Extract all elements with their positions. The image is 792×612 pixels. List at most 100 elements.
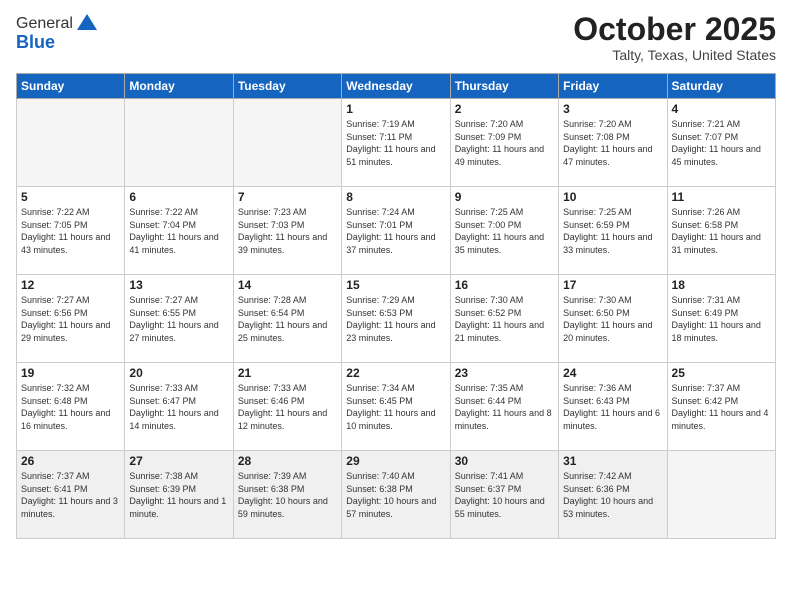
calendar-cell: 25 Sunrise: 7:37 AM Sunset: 6:42 PM Dayli…	[667, 363, 775, 451]
calendar-cell: 5 Sunrise: 7:22 AM Sunset: 7:05 PM Daylig…	[17, 187, 125, 275]
day-info: Sunrise: 7:33 AM Sunset: 6:46 PM Dayligh…	[238, 382, 337, 432]
day-number: 30	[455, 454, 554, 468]
day-info: Sunrise: 7:23 AM Sunset: 7:03 PM Dayligh…	[238, 206, 337, 256]
calendar-cell	[17, 99, 125, 187]
calendar-cell: 21 Sunrise: 7:33 AM Sunset: 6:46 PM Dayli…	[233, 363, 341, 451]
day-info: Sunrise: 7:29 AM Sunset: 6:53 PM Dayligh…	[346, 294, 445, 344]
title-block: October 2025 Talty, Texas, United States	[573, 12, 776, 63]
day-info: Sunrise: 7:19 AM Sunset: 7:11 PM Dayligh…	[346, 118, 445, 168]
day-info: Sunrise: 7:20 AM Sunset: 7:09 PM Dayligh…	[455, 118, 554, 168]
calendar-cell: 30 Sunrise: 7:41 AM Sunset: 6:37 PM Dayli…	[450, 451, 558, 539]
day-info: Sunrise: 7:35 AM Sunset: 6:44 PM Dayligh…	[455, 382, 554, 432]
day-number: 12	[21, 278, 120, 292]
day-number: 10	[563, 190, 662, 204]
calendar-header-thursday: Thursday	[450, 74, 558, 99]
calendar-cell: 16Sunrise: 7:30 AM Sunset: 6:52 PM Dayli…	[450, 275, 558, 363]
calendar-cell: 20Sunrise: 7:33 AM Sunset: 6:47 PM Dayli…	[125, 363, 233, 451]
calendar-cell: 17 Sunrise: 7:30 AM Sunset: 6:50 PM Dayli…	[559, 275, 667, 363]
calendar-cell: 11Sunrise: 7:26 AM Sunset: 6:58 PM Dayli…	[667, 187, 775, 275]
calendar-week-row: 1 Sunrise: 7:19 AM Sunset: 7:11 PM Daylig…	[17, 99, 776, 187]
day-info: Sunrise: 7:27 AM Sunset: 6:55 PM Dayligh…	[129, 294, 228, 344]
calendar-cell: 9Sunrise: 7:25 AM Sunset: 7:00 PM Daylig…	[450, 187, 558, 275]
day-number: 1	[346, 102, 445, 116]
calendar-header-monday: Monday	[125, 74, 233, 99]
calendar-cell: 12 Sunrise: 7:27 AM Sunset: 6:56 PM Dayli…	[17, 275, 125, 363]
calendar-cell: 22 Sunrise: 7:34 AM Sunset: 6:45 PM Dayli…	[342, 363, 450, 451]
day-number: 19	[21, 366, 120, 380]
day-number: 28	[238, 454, 337, 468]
day-number: 22	[346, 366, 445, 380]
day-info: Sunrise: 7:22 AM Sunset: 7:05 PM Dayligh…	[21, 206, 120, 256]
calendar-cell	[125, 99, 233, 187]
day-number: 5	[21, 190, 120, 204]
day-number: 24	[563, 366, 662, 380]
day-info: Sunrise: 7:24 AM Sunset: 7:01 PM Dayligh…	[346, 206, 445, 256]
page-container: General Blue October 2025 Talty, Texas, …	[0, 0, 792, 547]
day-info: Sunrise: 7:37 AM Sunset: 6:41 PM Dayligh…	[21, 470, 120, 520]
calendar-cell: 27 Sunrise: 7:38 AM Sunset: 6:39 PM Dayli…	[125, 451, 233, 539]
day-info: Sunrise: 7:36 AM Sunset: 6:43 PM Dayligh…	[563, 382, 662, 432]
calendar-header-saturday: Saturday	[667, 74, 775, 99]
calendar-cell: 7 Sunrise: 7:23 AM Sunset: 7:03 PM Daylig…	[233, 187, 341, 275]
day-number: 20	[129, 366, 228, 380]
day-number: 21	[238, 366, 337, 380]
logo-general-text: General	[16, 15, 73, 33]
day-info: Sunrise: 7:41 AM Sunset: 6:37 PM Dayligh…	[455, 470, 554, 520]
calendar-cell	[667, 451, 775, 539]
day-info: Sunrise: 7:42 AM Sunset: 6:36 PM Dayligh…	[563, 470, 662, 520]
calendar-cell: 14 Sunrise: 7:28 AM Sunset: 6:54 PM Dayli…	[233, 275, 341, 363]
calendar-header-tuesday: Tuesday	[233, 74, 341, 99]
day-number: 29	[346, 454, 445, 468]
calendar-cell: 28 Sunrise: 7:39 AM Sunset: 6:38 PM Dayli…	[233, 451, 341, 539]
day-number: 4	[672, 102, 771, 116]
day-number: 3	[563, 102, 662, 116]
header: General Blue October 2025 Talty, Texas, …	[16, 12, 776, 63]
calendar-cell: 13 Sunrise: 7:27 AM Sunset: 6:55 PM Dayli…	[125, 275, 233, 363]
day-info: Sunrise: 7:27 AM Sunset: 6:56 PM Dayligh…	[21, 294, 120, 344]
day-info: Sunrise: 7:21 AM Sunset: 7:07 PM Dayligh…	[672, 118, 771, 168]
day-info: Sunrise: 7:38 AM Sunset: 6:39 PM Dayligh…	[129, 470, 228, 520]
day-number: 27	[129, 454, 228, 468]
calendar-cell: 1 Sunrise: 7:19 AM Sunset: 7:11 PM Daylig…	[342, 99, 450, 187]
calendar-header-wednesday: Wednesday	[342, 74, 450, 99]
day-number: 7	[238, 190, 337, 204]
day-info: Sunrise: 7:40 AM Sunset: 6:38 PM Dayligh…	[346, 470, 445, 520]
calendar-cell: 18 Sunrise: 7:31 AM Sunset: 6:49 PM Dayli…	[667, 275, 775, 363]
calendar-cell: 8 Sunrise: 7:24 AM Sunset: 7:01 PM Daylig…	[342, 187, 450, 275]
day-info: Sunrise: 7:28 AM Sunset: 6:54 PM Dayligh…	[238, 294, 337, 344]
calendar-cell: 6 Sunrise: 7:22 AM Sunset: 7:04 PM Daylig…	[125, 187, 233, 275]
logo: General Blue	[16, 12, 99, 53]
calendar-week-row: 19 Sunrise: 7:32 AM Sunset: 6:48 PM Dayli…	[17, 363, 776, 451]
day-number: 14	[238, 278, 337, 292]
day-number: 13	[129, 278, 228, 292]
day-info: Sunrise: 7:39 AM Sunset: 6:38 PM Dayligh…	[238, 470, 337, 520]
calendar-cell: 19 Sunrise: 7:32 AM Sunset: 6:48 PM Dayli…	[17, 363, 125, 451]
day-info: Sunrise: 7:37 AM Sunset: 6:42 PM Dayligh…	[672, 382, 771, 432]
day-number: 17	[563, 278, 662, 292]
calendar-week-row: 5 Sunrise: 7:22 AM Sunset: 7:05 PM Daylig…	[17, 187, 776, 275]
day-info: Sunrise: 7:30 AM Sunset: 6:52 PM Dayligh…	[455, 294, 554, 344]
calendar-header-row: SundayMondayTuesdayWednesdayThursdayFrid…	[17, 74, 776, 99]
calendar-cell: 24 Sunrise: 7:36 AM Sunset: 6:43 PM Dayli…	[559, 363, 667, 451]
logo-icon	[75, 12, 99, 36]
day-number: 8	[346, 190, 445, 204]
day-info: Sunrise: 7:31 AM Sunset: 6:49 PM Dayligh…	[672, 294, 771, 344]
month-title: October 2025	[573, 12, 776, 47]
calendar-cell: 10 Sunrise: 7:25 AM Sunset: 6:59 PM Dayli…	[559, 187, 667, 275]
calendar-cell: 3Sunrise: 7:20 AM Sunset: 7:08 PM Daylig…	[559, 99, 667, 187]
day-number: 6	[129, 190, 228, 204]
calendar-header-friday: Friday	[559, 74, 667, 99]
day-info: Sunrise: 7:34 AM Sunset: 6:45 PM Dayligh…	[346, 382, 445, 432]
day-info: Sunrise: 7:25 AM Sunset: 6:59 PM Dayligh…	[563, 206, 662, 256]
day-info: Sunrise: 7:32 AM Sunset: 6:48 PM Dayligh…	[21, 382, 120, 432]
calendar-cell: 2Sunrise: 7:20 AM Sunset: 7:09 PM Daylig…	[450, 99, 558, 187]
day-number: 23	[455, 366, 554, 380]
day-number: 18	[672, 278, 771, 292]
calendar-cell: 29 Sunrise: 7:40 AM Sunset: 6:38 PM Dayli…	[342, 451, 450, 539]
calendar-table: SundayMondayTuesdayWednesdayThursdayFrid…	[16, 73, 776, 539]
day-info: Sunrise: 7:22 AM Sunset: 7:04 PM Dayligh…	[129, 206, 228, 256]
day-number: 25	[672, 366, 771, 380]
calendar-cell: 15Sunrise: 7:29 AM Sunset: 6:53 PM Dayli…	[342, 275, 450, 363]
day-number: 31	[563, 454, 662, 468]
day-info: Sunrise: 7:30 AM Sunset: 6:50 PM Dayligh…	[563, 294, 662, 344]
